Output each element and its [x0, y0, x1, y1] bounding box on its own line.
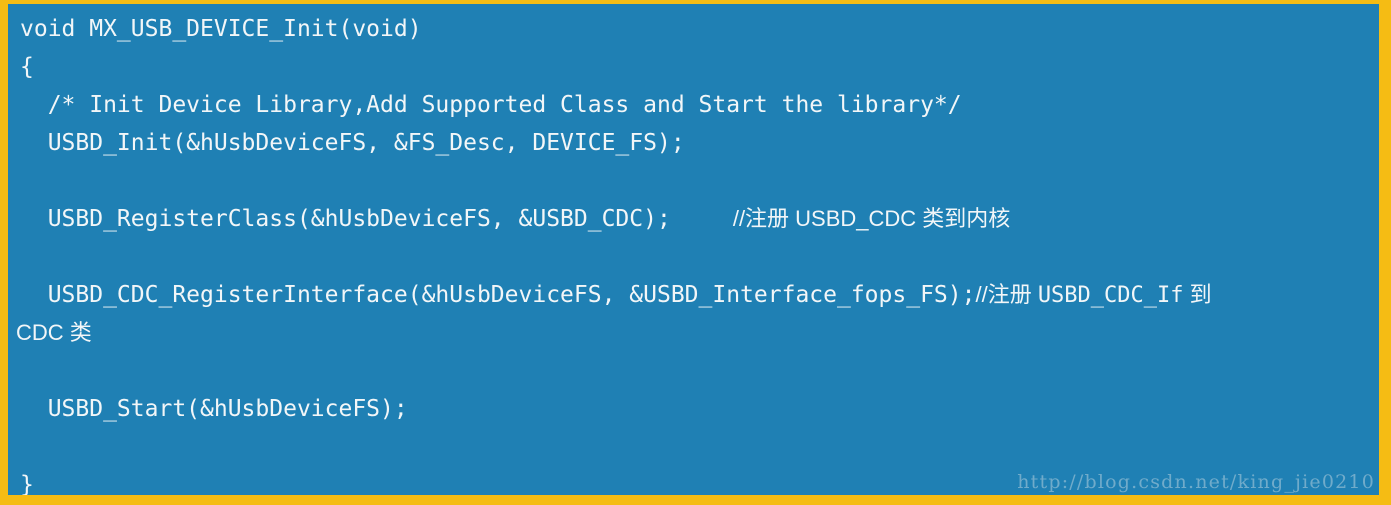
code-line-blank-1 [20, 162, 1379, 200]
code-line-comment-init-device-library: /* Init Device Library,Add Supported Cla… [20, 92, 962, 118]
code-line-blank-3 [20, 352, 1379, 390]
code-line-usbd-start: USBD_Start(&hUsbDeviceFS); [20, 396, 408, 422]
code-line-comment-wrapped-cdc-class: CDC 类 [16, 320, 92, 345]
code-screenshot-frame: void MX_USB_DEVICE_Init(void) { /* Init … [0, 0, 1391, 505]
watermark-blog-url: http://blog.csdn.net/king_jie0210 [1017, 471, 1375, 493]
code-line-open-brace: { [20, 54, 34, 80]
code-surface: void MX_USB_DEVICE_Init(void) { /* Init … [8, 4, 1379, 495]
code-line-blank-2 [20, 238, 1379, 276]
code-text-usbd-cdc-register-interface: USBD_CDC_RegisterInterface(&hUsbDeviceFS… [20, 282, 976, 308]
code-line-usbd-init: USBD_Init(&hUsbDeviceFS, &FS_Desc, DEVIC… [20, 130, 685, 156]
code-line-function-signature: void MX_USB_DEVICE_Init(void) [20, 16, 422, 42]
comment-register-suffix: 到 [1183, 282, 1212, 307]
code-text-usbd-register-class: USBD_RegisterClass(&hUsbDeviceFS, &USBD_… [20, 206, 671, 232]
code-block: void MX_USB_DEVICE_Init(void) { /* Init … [8, 4, 1379, 495]
comment-usbd-cdc-if-token: USBD_CDC_If [1037, 283, 1184, 308]
code-line-usbd-cdc-register-interface: USBD_CDC_RegisterInterface(&hUsbDeviceFS… [20, 276, 1379, 314]
comment-register-cdc-to-kernel: //注册 USBD_CDC 类到内核 [732, 206, 1011, 231]
code-line-blank-4 [20, 428, 1379, 466]
comment-register-prefix: //注册 [975, 282, 1038, 307]
code-line-usbd-register-class: USBD_RegisterClass(&hUsbDeviceFS, &USBD_… [20, 200, 1379, 238]
